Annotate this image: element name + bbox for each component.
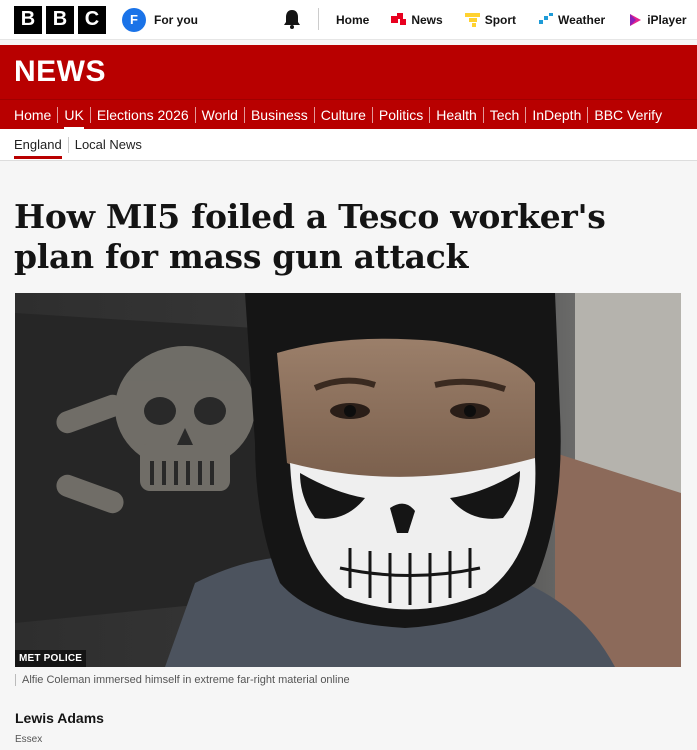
- article-hero-image: MET POLICE: [15, 293, 681, 667]
- for-you-link[interactable]: F For you: [122, 7, 198, 32]
- section-health[interactable]: Health: [430, 100, 482, 130]
- for-you-label: For you: [154, 12, 198, 27]
- topnav-weather[interactable]: Weather: [538, 13, 605, 27]
- subnav-local-news[interactable]: Local News: [69, 129, 148, 161]
- sub-nav: England Local News: [0, 129, 697, 161]
- image-credit: MET POLICE: [15, 650, 87, 667]
- logo-letter-c: C: [78, 5, 106, 34]
- section-nav: Home UK Elections 2026 World Business Cu…: [0, 99, 697, 130]
- subnav-england[interactable]: England: [0, 129, 68, 161]
- article-headline: How MI5 foiled a Tesco worker's plan for…: [14, 197, 606, 276]
- section-politics[interactable]: Politics: [373, 100, 429, 130]
- news-icon: [391, 13, 407, 25]
- section-business[interactable]: Business: [245, 100, 314, 130]
- author-location: Essex: [15, 734, 43, 745]
- topnav-sport-label: Sport: [484, 13, 517, 27]
- topnav-news[interactable]: News: [391, 13, 443, 27]
- topnav-news-label: News: [411, 13, 443, 27]
- section-world[interactable]: World: [196, 100, 244, 130]
- section-elections-2026[interactable]: Elections 2026: [91, 100, 195, 130]
- topnav-sport[interactable]: Sport: [464, 13, 517, 27]
- section-tech[interactable]: Tech: [484, 100, 526, 130]
- author-name[interactable]: Lewis Adams: [15, 710, 104, 726]
- weather-icon: [539, 13, 554, 24]
- section-indepth[interactable]: InDepth: [526, 100, 587, 130]
- section-home[interactable]: Home: [0, 100, 57, 130]
- topnav-home-label: Home: [336, 13, 370, 27]
- news-logo[interactable]: NEWS: [14, 55, 106, 89]
- image-caption: Alfie Coleman immersed himself in extrem…: [15, 674, 350, 686]
- hero-photo-illustration: [15, 293, 681, 667]
- topnav-iplayer[interactable]: iPlayer: [627, 13, 687, 27]
- section-bbc-verify[interactable]: BBC Verify: [588, 100, 668, 130]
- section-uk[interactable]: UK: [58, 100, 89, 130]
- account-avatar: F: [122, 7, 146, 32]
- bell-icon[interactable]: [281, 8, 303, 30]
- topbar-divider: [318, 8, 319, 30]
- logo-letter-b2: B: [46, 5, 74, 34]
- topnav-home[interactable]: Home: [336, 13, 369, 27]
- top-nav: Home News Sport Weather iPlayer: [336, 0, 687, 40]
- iplayer-icon: [630, 14, 642, 26]
- section-culture[interactable]: Culture: [315, 100, 372, 130]
- topnav-iplayer-label: iPlayer: [647, 13, 687, 27]
- topnav-weather-label: Weather: [558, 13, 606, 27]
- news-banner: NEWS: [0, 45, 697, 99]
- sport-icon: [464, 13, 480, 27]
- bbc-top-bar: B B C F For you Home News Sport Weather …: [0, 0, 697, 40]
- bbc-logo[interactable]: B B C: [14, 5, 106, 34]
- logo-letter-b1: B: [14, 5, 42, 34]
